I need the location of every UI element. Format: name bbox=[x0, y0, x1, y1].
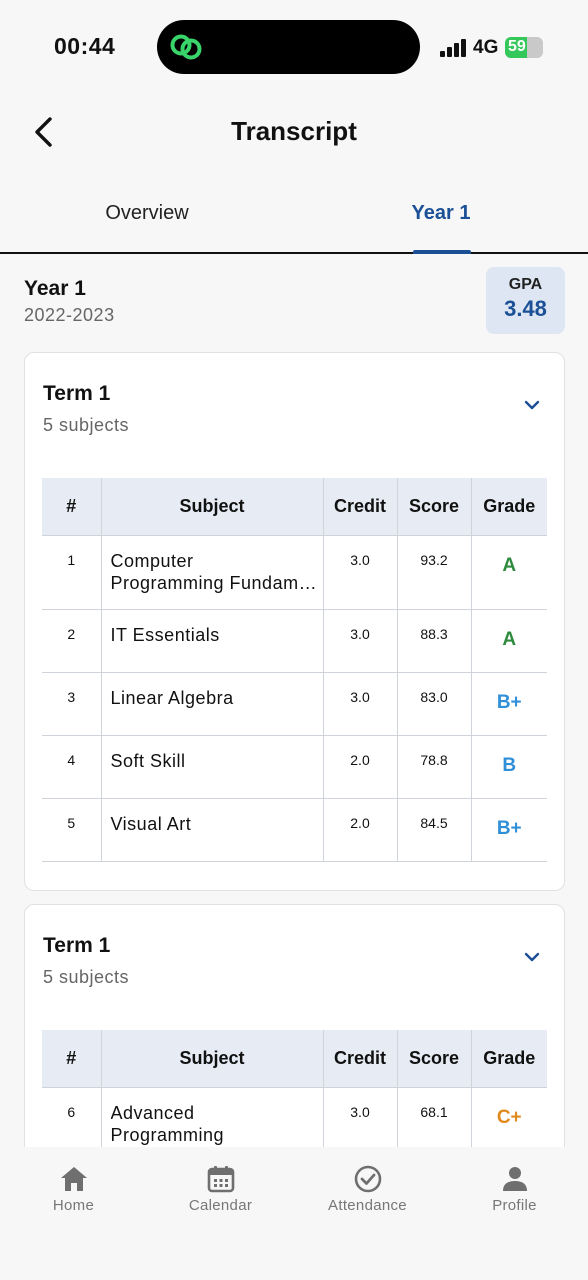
chevron-down-icon[interactable] bbox=[522, 950, 542, 964]
header-num: # bbox=[42, 1030, 102, 1088]
nav-label: Attendance bbox=[328, 1197, 407, 1214]
subject-line: Programming Fundam… bbox=[110, 572, 318, 593]
gpa-badge: GPA 3.48 bbox=[486, 267, 565, 334]
row-score: 88.3 bbox=[396, 608, 472, 673]
row-subject: Soft Skill bbox=[100, 734, 324, 799]
year-range: 2022-2023 bbox=[24, 305, 115, 325]
gpa-value: 3.48 bbox=[504, 296, 547, 321]
row-subject: Linear Algebra bbox=[100, 671, 324, 736]
battery-icon: 59 bbox=[505, 37, 543, 58]
table-header-row: # Subject Credit Score Grade bbox=[42, 1030, 547, 1088]
row-score: 93.2 bbox=[396, 534, 472, 610]
header-grade: Grade bbox=[470, 478, 547, 536]
signal-icon bbox=[440, 39, 468, 57]
app-header: Transcript bbox=[0, 96, 588, 172]
row-credit: 3.0 bbox=[322, 671, 398, 736]
row-grade: B+ bbox=[470, 671, 547, 736]
nav-calendar[interactable]: Calendar bbox=[147, 1147, 294, 1280]
table-row: 4 Soft Skill 2.0 78.8 B bbox=[42, 734, 547, 799]
battery-level: 59 bbox=[508, 38, 526, 55]
term-subject-count: 5 subjects bbox=[43, 415, 130, 435]
nav-attendance[interactable]: Attendance bbox=[294, 1147, 441, 1280]
year-title: Year 1 bbox=[24, 277, 86, 300]
check-circle-icon bbox=[354, 1165, 381, 1193]
header-credit: Credit bbox=[322, 478, 398, 536]
term-card: Term 1 5 subjects # Subject Credit Score… bbox=[24, 352, 565, 891]
row-num: 4 bbox=[42, 734, 102, 799]
header-score: Score bbox=[396, 478, 472, 536]
row-subject: IT Essentials bbox=[100, 608, 324, 673]
nav-label: Home bbox=[52, 1197, 95, 1214]
row-num: 3 bbox=[42, 671, 102, 736]
row-credit: 2.0 bbox=[322, 797, 398, 862]
table-row: 5 Visual Art 2.0 84.5 B+ bbox=[42, 797, 547, 862]
header-grade: Grade bbox=[470, 1030, 547, 1088]
subject-line: Programming bbox=[110, 1124, 225, 1145]
status-time: 00:44 bbox=[54, 33, 116, 59]
person-icon bbox=[502, 1167, 527, 1191]
row-credit: 3.0 bbox=[322, 608, 398, 673]
row-num: 5 bbox=[42, 797, 102, 862]
table-row: 3 Linear Algebra 3.0 83.0 B+ bbox=[42, 671, 547, 736]
network-type: 4G bbox=[473, 37, 499, 58]
tab-overview[interactable]: Overview bbox=[0, 186, 294, 252]
table-row: 2 IT Essentials 3.0 88.3 A bbox=[42, 608, 547, 673]
nav-label: Calendar bbox=[188, 1197, 253, 1214]
grades-table: # Subject Credit Score Grade 1 Computer … bbox=[42, 478, 547, 862]
chevron-down-icon[interactable] bbox=[522, 398, 542, 412]
row-grade: A bbox=[470, 534, 547, 610]
bottom-navigation: Home Calendar Attendance Profile bbox=[0, 1147, 588, 1280]
nav-profile[interactable]: Profile bbox=[441, 1147, 588, 1280]
header-subject: Subject bbox=[100, 1030, 324, 1088]
header-subject: Subject bbox=[100, 478, 324, 536]
row-grade: A bbox=[470, 608, 547, 673]
link-app-icon bbox=[170, 34, 202, 60]
row-score: 83.0 bbox=[396, 671, 472, 736]
tab-bar: Overview Year 1 bbox=[0, 186, 588, 254]
row-credit: 2.0 bbox=[322, 734, 398, 799]
row-subject: Visual Art bbox=[100, 797, 324, 862]
row-num: 1 bbox=[42, 534, 102, 610]
gpa-label: GPA bbox=[508, 276, 543, 293]
row-num: 2 bbox=[42, 608, 102, 673]
row-credit: 3.0 bbox=[322, 534, 398, 610]
header-credit: Credit bbox=[322, 1030, 398, 1088]
term-title: Term 1 bbox=[43, 934, 111, 957]
row-score: 84.5 bbox=[396, 797, 472, 862]
header-num: # bbox=[42, 478, 102, 536]
calendar-icon bbox=[207, 1166, 234, 1193]
table-row: 1 Computer Programming Fundam… 3.0 93.2 … bbox=[42, 534, 547, 610]
header-score: Score bbox=[396, 1030, 472, 1088]
tab-year-1[interactable]: Year 1 bbox=[294, 186, 588, 254]
row-score: 78.8 bbox=[396, 734, 472, 799]
row-grade: B bbox=[470, 734, 547, 799]
grades-table: # Subject Credit Score Grade 6 Advanced … bbox=[42, 1030, 547, 1162]
subject-line: Computer bbox=[110, 550, 194, 571]
page-title: Transcript bbox=[231, 116, 357, 146]
nav-home[interactable]: Home bbox=[0, 1147, 147, 1280]
table-header-row: # Subject Credit Score Grade bbox=[42, 478, 547, 536]
row-subject: Computer Programming Fundam… bbox=[100, 534, 324, 610]
status-bar: 00:44 4G 59 bbox=[0, 0, 588, 96]
term-subject-count: 5 subjects bbox=[43, 967, 130, 987]
home-icon bbox=[60, 1167, 87, 1191]
subject-line: Advanced bbox=[110, 1102, 195, 1123]
nav-label: Profile bbox=[492, 1197, 537, 1214]
row-grade: B+ bbox=[470, 797, 547, 862]
term-title: Term 1 bbox=[43, 382, 111, 405]
